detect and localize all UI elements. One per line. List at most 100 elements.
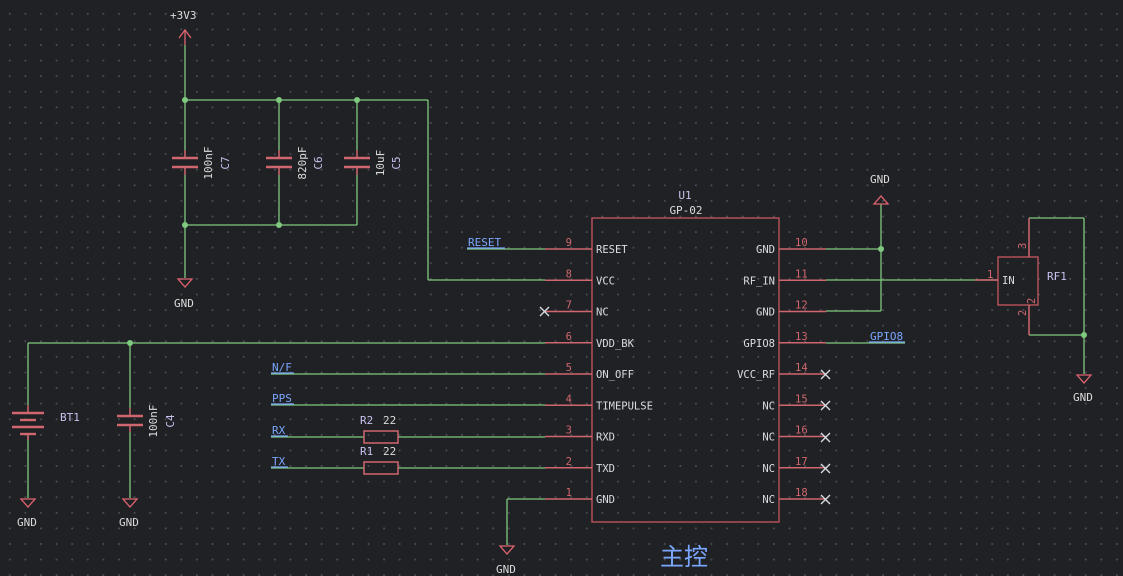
- connector-pin-number: 2: [1026, 298, 1038, 304]
- module-pin[interactable]: 7 NC: [545, 300, 609, 319]
- module-pin[interactable]: 13 GPIO8: [743, 331, 826, 350]
- pin-name: VDD_BK: [596, 338, 635, 350]
- module-pin[interactable]: 10 GND: [756, 237, 826, 256]
- net-label-pps[interactable]: PPS: [271, 392, 294, 405]
- module-pin[interactable]: 14 VCC_RF: [737, 362, 826, 381]
- capacitor-ref: C6: [312, 156, 325, 169]
- battery-ref: BT1: [60, 411, 80, 424]
- ground-symbol-battery[interactable]: GND: [17, 498, 37, 529]
- pin-name: TIMEPULSE: [596, 400, 653, 412]
- pin-name: VCC_RF: [737, 369, 775, 381]
- ground-symbol-rf1[interactable]: GND: [1073, 374, 1093, 404]
- pin-number: 11: [795, 268, 808, 280]
- net-label-tx[interactable]: TX: [271, 455, 288, 468]
- module-u1[interactable]: U1 GP-02 9 RESET 8 VCC 7 NC 6 VDD_BK 5 ON_OFF 4 TIM…: [545, 189, 826, 523]
- svg-text:TX: TX: [272, 455, 286, 468]
- ground-symbol-c4[interactable]: GND: [119, 498, 139, 529]
- module-pin[interactable]: 5 ON_OFF: [545, 362, 634, 381]
- capacitor-c6[interactable]: 820pF C6: [266, 146, 325, 180]
- capacitor-value: 100nF: [202, 146, 215, 179]
- module-pin[interactable]: 1 GND: [545, 487, 615, 506]
- right-pins: 10 GND 11 RF_IN 12 GND 13 GPIO8 14 VCC_RF 15 NC 16 NC…: [737, 237, 826, 506]
- capacitor-c4[interactable]: 100nF C4: [117, 404, 177, 438]
- connector-pin-number: 1: [987, 269, 993, 281]
- connector-pin-number: 2: [1017, 310, 1029, 316]
- pin-name: ON_OFF: [596, 369, 634, 381]
- pin-number: 15: [795, 393, 808, 405]
- capacitor-ref: C7: [219, 156, 232, 169]
- supply-3v3-symbol[interactable]: +3V3: [170, 9, 197, 45]
- pin-name: NC: [596, 307, 609, 319]
- resistor-ref: R2: [360, 414, 373, 427]
- resistor-value: 22: [383, 445, 396, 458]
- no-connect-icon: [820, 432, 831, 443]
- net-labels: RESET N/F PPS RX TX GPIO8: [271, 236, 905, 468]
- ground-symbol-caps[interactable]: GND: [174, 278, 194, 310]
- svg-text:RX: RX: [272, 424, 286, 437]
- ground-label: GND: [119, 516, 139, 529]
- module-pin[interactable]: 18 NC: [762, 487, 826, 506]
- pin-number: 8: [566, 268, 572, 280]
- pin-name: RF_IN: [743, 275, 775, 287]
- pin-name: GPIO8: [743, 338, 775, 350]
- junction-dot: [127, 340, 133, 346]
- module-pin[interactable]: 17 NC: [762, 456, 826, 475]
- ground-label: GND: [870, 173, 890, 186]
- svg-text:RESET: RESET: [468, 236, 501, 249]
- module-pin[interactable]: 2 TXD: [545, 456, 615, 475]
- sheet-title: 主控: [660, 543, 708, 571]
- pin-name: GND: [596, 494, 615, 506]
- capacitor-c5[interactable]: 10uF C5: [344, 150, 403, 177]
- module-pin[interactable]: 4 TIMEPULSE: [545, 393, 653, 412]
- pin-number: 18: [795, 487, 808, 499]
- pin-number: 13: [795, 331, 808, 343]
- pin-name: NC: [762, 494, 775, 506]
- ground-symbol-rf-side[interactable]: GND: [870, 173, 890, 205]
- capacitor-value: 100nF: [147, 404, 160, 437]
- pin-name: NC: [762, 463, 775, 475]
- module-pin[interactable]: 6 VDD_BK: [545, 331, 635, 350]
- pin-number: 9: [566, 237, 572, 249]
- junction-dot: [276, 97, 282, 103]
- ground-label: GND: [1073, 391, 1093, 404]
- resistor-value: 22: [383, 414, 396, 427]
- pin-number: 5: [566, 362, 572, 374]
- battery-bt1[interactable]: BT1: [12, 405, 80, 440]
- net-label-nf[interactable]: N/F: [271, 361, 294, 374]
- net-label-reset[interactable]: RESET: [467, 236, 505, 249]
- module-ref: U1: [678, 189, 691, 202]
- pin-number: 1: [566, 487, 572, 499]
- pin-number: 14: [795, 362, 808, 374]
- junction-dot: [182, 97, 188, 103]
- module-pin[interactable]: 15 NC: [762, 393, 826, 412]
- svg-text:GPIO8: GPIO8: [870, 330, 903, 343]
- capacitor-ref: C4: [164, 414, 177, 428]
- junction-dot: [1081, 332, 1087, 338]
- connector-ref: RF1: [1047, 270, 1067, 283]
- net-label-gpio8[interactable]: GPIO8: [869, 330, 905, 343]
- pin-name: NC: [762, 432, 775, 444]
- net-label-rx[interactable]: RX: [271, 424, 288, 437]
- junction-dot: [354, 97, 360, 103]
- resistor-r1[interactable]: R1 22: [360, 445, 399, 475]
- resistor-r2[interactable]: R2 22: [360, 414, 399, 444]
- module-pin[interactable]: 8 VCC: [545, 268, 615, 287]
- module-pin[interactable]: 11 RF_IN: [743, 268, 826, 287]
- capacitor-ref: C5: [390, 156, 403, 169]
- left-pins: 9 RESET 8 VCC 7 NC 6 VDD_BK 5 ON_OFF 4 TIMEPULSE 3 RX…: [545, 237, 653, 506]
- capacitor-c7[interactable]: 100nF C7: [172, 146, 232, 180]
- module-pin[interactable]: 3 RXD: [545, 425, 615, 444]
- pin-number: 2: [566, 456, 572, 468]
- module-pin[interactable]: 12 GND: [756, 300, 826, 319]
- module-pin[interactable]: 9 RESET: [545, 237, 628, 256]
- module-pin[interactable]: 16 NC: [762, 425, 826, 444]
- pin-number: 4: [566, 393, 572, 405]
- supply-label: +3V3: [170, 9, 197, 22]
- connector-pin-number: 3: [1017, 243, 1029, 249]
- connector-rf1[interactable]: IN 1 3 2 2 RF1: [975, 218, 1067, 335]
- resistor-ref: R1: [360, 445, 373, 458]
- module-value: GP-02: [669, 204, 702, 217]
- pin-number: 17: [795, 456, 808, 468]
- ground-symbol-module[interactable]: GND: [496, 545, 516, 576]
- pin-number: 6: [566, 331, 572, 343]
